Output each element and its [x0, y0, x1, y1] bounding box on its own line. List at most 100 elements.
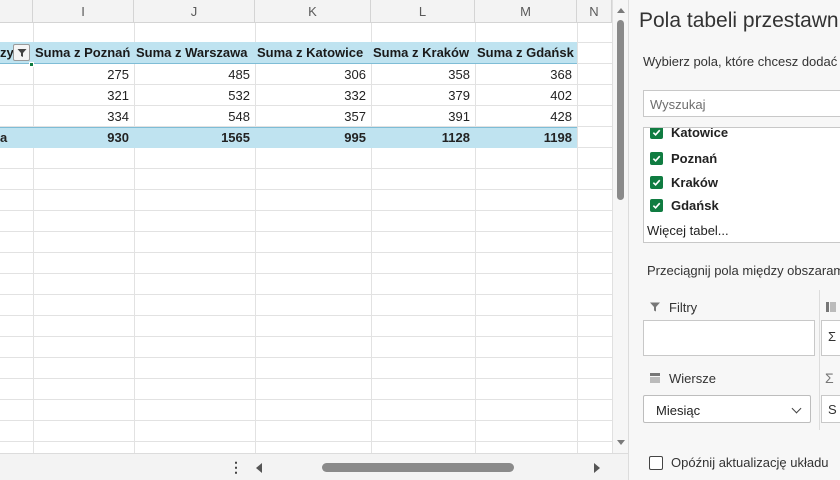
grid-row-line [0, 420, 612, 421]
grand-total-cell[interactable]: 1565 [134, 127, 255, 148]
more-options-icon[interactable]: ⋮ [229, 459, 243, 475]
filter-icon [17, 48, 26, 57]
grid-row-line [0, 294, 612, 295]
grid-row-line [0, 441, 612, 442]
column-header-bar: I J K L M N [0, 0, 612, 23]
checkbox-checked-icon[interactable] [650, 198, 663, 212]
checkbox-checked-icon[interactable] [650, 151, 663, 165]
grand-total-cell[interactable]: 1128 [371, 127, 475, 148]
pivot-value-cell[interactable]: 332 [255, 85, 371, 106]
column-header-m[interactable]: M [475, 0, 577, 23]
scroll-left-icon[interactable] [256, 463, 262, 473]
checkbox-checked-icon[interactable] [650, 128, 663, 139]
pane-subtitle: Wybierz pola, które chcesz dodać d [643, 54, 840, 69]
row-filter-button[interactable] [13, 44, 30, 61]
field-list[interactable]: Katowice Poznań Kraków Gdańsk Więcej tab… [643, 127, 840, 243]
column-header-j[interactable]: J [134, 0, 255, 23]
vertical-scroll-thumb[interactable] [617, 20, 624, 200]
grid-row-line [0, 252, 612, 253]
pivot-value-cell[interactable]: 358 [371, 64, 475, 85]
horizontal-scroll-bar: ⋮ [0, 453, 628, 480]
drag-hint-text: Przeciągnij pola między obszarami [647, 263, 840, 278]
values-field-partial: S [828, 402, 837, 417]
grand-total-cell[interactable]: 1198 [475, 127, 577, 148]
column-header-k[interactable]: K [255, 0, 371, 23]
grand-total-cell[interactable]: 930 [33, 127, 134, 148]
pivot-value-cell[interactable]: 402 [475, 85, 577, 106]
pivot-value-cell[interactable]: 485 [134, 64, 255, 85]
field-search-input[interactable]: Wyszukaj [643, 90, 840, 117]
horizontal-scroll-thumb[interactable] [322, 463, 514, 472]
pivot-value-cell[interactable]: 379 [371, 85, 475, 106]
search-placeholder: Wyszukaj [650, 97, 706, 112]
field-item-poznan[interactable]: Poznań [650, 148, 717, 168]
filters-area-label: Filtry [669, 299, 698, 315]
pivot-value-cell[interactable]: 428 [475, 106, 577, 127]
pane-title: Pola tabeli przestawn [639, 9, 839, 32]
columns-area-header [825, 297, 840, 317]
grid-row-line [0, 315, 612, 316]
filters-area-header: Filtry [649, 297, 697, 317]
checkbox-checked-icon[interactable] [650, 175, 663, 189]
grid-row-line [0, 231, 612, 232]
more-tables-link[interactable]: Więcej tabel... [647, 223, 729, 238]
pivot-value-cell[interactable]: 548 [134, 106, 255, 127]
pivot-value-cell[interactable]: 368 [475, 64, 577, 85]
pivot-column-header[interactable]: Suma z Poznań [33, 42, 134, 63]
pivot-row-header[interactable]: zy [0, 42, 14, 63]
column-header-i[interactable]: I [33, 0, 134, 23]
pivot-value-cell[interactable]: 334 [33, 106, 134, 127]
pivot-value-cell[interactable]: 275 [33, 64, 134, 85]
column-header-l[interactable]: L [371, 0, 475, 23]
grid-row-line [0, 273, 612, 274]
scroll-right-icon[interactable] [594, 463, 600, 473]
spreadsheet-grid[interactable]: I J K L M N zy Suma z Poznań Suma z Warsz… [0, 0, 612, 480]
column-header-partial[interactable] [0, 0, 33, 23]
rows-icon [650, 373, 660, 383]
field-item-krakow[interactable]: Kraków [650, 172, 718, 192]
grid-row-line [0, 336, 612, 337]
pivot-column-header[interactable]: Suma z Warszawa [134, 42, 255, 63]
field-item-katowice[interactable]: Katowice [650, 128, 728, 142]
scroll-up-icon[interactable] [617, 8, 625, 13]
pivot-value-cell[interactable]: 306 [255, 64, 371, 85]
values-area-header: Σ [825, 368, 834, 388]
grid-row-line [0, 189, 612, 190]
columns-icon [826, 302, 836, 312]
grid-row-line [0, 399, 612, 400]
defer-checkbox[interactable] [649, 455, 663, 470]
grand-total-cell[interactable]: 995 [255, 127, 371, 148]
values-drop-zone[interactable]: S [821, 395, 840, 423]
defer-layout-update[interactable]: Opóźnij aktualizację układu [649, 455, 829, 470]
field-label: Kraków [671, 174, 718, 190]
pivot-column-header[interactable]: Suma z Kraków [371, 42, 475, 63]
vertical-scrollbar[interactable] [612, 0, 628, 453]
grid-row-line [0, 210, 612, 211]
chevron-down-icon [791, 403, 802, 414]
field-item-gdansk[interactable]: Gdańsk [650, 195, 719, 215]
scroll-down-icon[interactable] [617, 440, 625, 445]
grid-row-line [0, 378, 612, 379]
rows-area-label: Wiersze [669, 370, 716, 386]
pivot-value-cell[interactable]: 532 [134, 85, 255, 106]
defer-label: Opóźnij aktualizację układu [671, 455, 829, 470]
pivot-value-cell[interactable]: 321 [33, 85, 134, 106]
rows-field-dropdown[interactable]: Miesiąc [643, 395, 811, 423]
filters-drop-zone[interactable] [643, 320, 815, 356]
field-label: Poznań [671, 150, 718, 166]
pivot-column-header[interactable]: Suma z Gdańsk [475, 42, 577, 63]
grand-total-label[interactable]: a [0, 127, 30, 148]
column-header-n[interactable]: N [577, 0, 612, 23]
columns-drop-zone[interactable]: Σ [821, 320, 840, 356]
pivot-column-header[interactable]: Suma z Katowice [255, 42, 371, 63]
field-label: Gdańsk [671, 197, 719, 213]
grid-column-line [577, 23, 578, 453]
sigma-icon: Σ [825, 370, 834, 386]
pivot-value-cell[interactable]: 357 [255, 106, 371, 127]
sigma-icon: Σ [828, 329, 837, 344]
rows-area-header: Wiersze [649, 368, 716, 388]
filter-icon [650, 302, 660, 312]
rows-field-value: Miesiąc [656, 403, 701, 418]
pivot-value-cell[interactable]: 391 [371, 106, 475, 127]
grid-row-line [0, 168, 612, 169]
